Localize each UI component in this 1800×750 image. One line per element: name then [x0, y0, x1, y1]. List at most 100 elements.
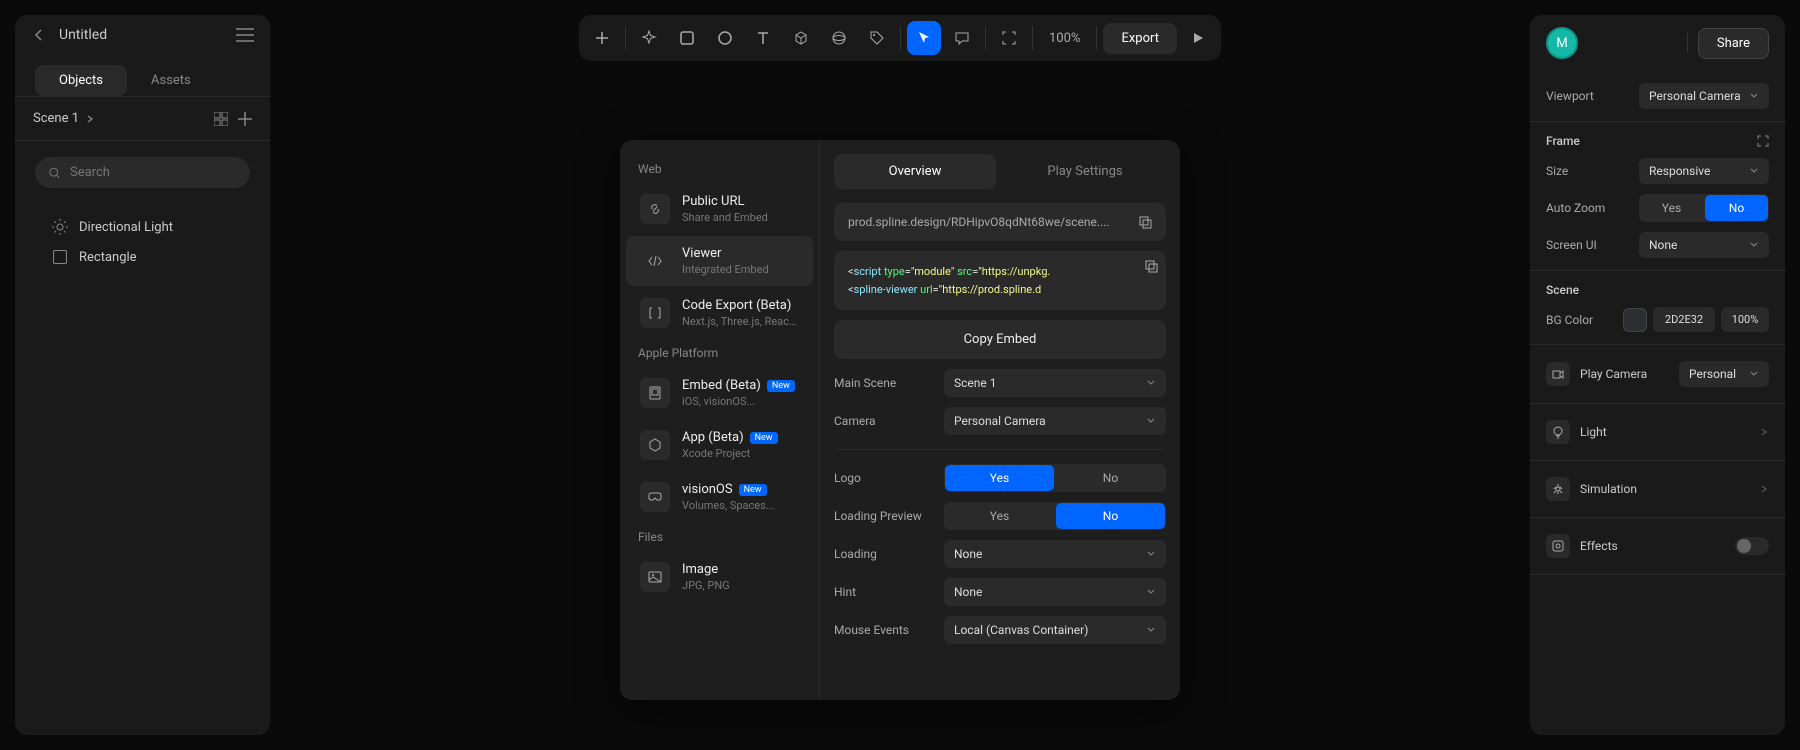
export-button[interactable]: Export	[1103, 23, 1177, 54]
mouse-events-dropdown[interactable]: Local (Canvas Container)	[944, 616, 1166, 644]
pointer-tool[interactable]	[907, 21, 941, 55]
item-title: Code Export (Beta)	[682, 298, 799, 313]
rectangle-tool[interactable]	[670, 21, 704, 55]
export-item-viewer[interactable]: Viewer Integrated Embed	[626, 236, 813, 286]
chevron-down-icon	[1749, 240, 1759, 250]
main-scene-dropdown[interactable]: Scene 1	[944, 369, 1166, 397]
sphere-tool[interactable]	[822, 21, 856, 55]
modal-tab-play-settings[interactable]: Play Settings	[1004, 154, 1166, 189]
screen-ui-label: Screen UI	[1546, 238, 1597, 252]
auto-zoom-yes[interactable]: Yes	[1640, 195, 1703, 221]
export-item-image[interactable]: Image JPG, PNG	[626, 552, 813, 602]
project-title[interactable]: Untitled	[59, 27, 224, 43]
search-input[interactable]	[70, 165, 236, 180]
canvas-area[interactable]: 100% Export Web Public URL Share and Emb…	[270, 0, 1530, 750]
copy-url-icon[interactable]	[1138, 215, 1152, 229]
text-tool[interactable]	[746, 21, 780, 55]
chevron-down-icon	[1146, 587, 1156, 597]
label: Loading	[834, 547, 934, 561]
search-box[interactable]	[35, 157, 250, 188]
divider	[625, 26, 626, 50]
play-camera-select[interactable]: Personal	[1679, 361, 1769, 387]
tab-assets[interactable]: Assets	[127, 65, 215, 96]
zoom-level[interactable]: 100%	[1039, 31, 1090, 46]
logo-no[interactable]: No	[1056, 465, 1165, 491]
export-modal-main: Overview Play Settings prod.spline.desig…	[820, 140, 1180, 700]
chevron-right-icon	[85, 114, 95, 124]
copy-code-icon[interactable]	[1144, 259, 1158, 273]
setting-main-scene: Main Scene Scene 1	[834, 369, 1166, 397]
copy-embed-button[interactable]: Copy Embed	[834, 320, 1166, 359]
light-section[interactable]: Light	[1530, 404, 1785, 461]
layer-item-directional-light[interactable]: Directional Light	[35, 212, 250, 242]
divider	[834, 449, 1166, 450]
export-item-code-export[interactable]: Code Export (Beta) Next.js, Three.js, Re…	[626, 288, 813, 338]
back-arrow-icon[interactable]	[31, 27, 47, 43]
tab-objects[interactable]: Objects	[35, 65, 127, 96]
cube-icon	[640, 430, 670, 460]
layer-item-rectangle[interactable]: Rectangle	[35, 242, 250, 272]
logo-yes[interactable]: Yes	[945, 465, 1054, 491]
image-icon	[640, 562, 670, 592]
modal-content: prod.spline.design/RDHipvO8qdNt68we/scen…	[820, 189, 1180, 658]
expand-icon[interactable]	[1757, 135, 1769, 147]
export-item-app-beta[interactable]: App (Beta) New Xcode Project	[626, 420, 813, 470]
lightbulb-icon	[1546, 420, 1570, 444]
simulation-section[interactable]: Simulation	[1530, 461, 1785, 518]
chevron-down-icon	[1146, 549, 1156, 559]
export-item-embed-beta[interactable]: Embed (Beta) New iOS, visionOS...	[626, 368, 813, 418]
modal-tab-overview[interactable]: Overview	[834, 154, 996, 189]
focus-tool[interactable]	[992, 21, 1026, 55]
device-icon	[640, 378, 670, 408]
chevron-down-icon	[1146, 378, 1156, 388]
bg-color-swatch[interactable]	[1623, 308, 1647, 332]
section-web: Web	[620, 156, 819, 182]
grid-view-icon[interactable]	[214, 112, 228, 126]
viewport-select[interactable]: Personal Camera	[1639, 83, 1769, 109]
viewport-section: Viewport Personal Camera	[1530, 71, 1785, 122]
circle-tool[interactable]	[708, 21, 742, 55]
menu-icon[interactable]	[236, 28, 254, 42]
screen-ui-select[interactable]: None	[1639, 232, 1769, 258]
bg-color-hex-input[interactable]	[1653, 307, 1715, 332]
play-button[interactable]	[1181, 21, 1215, 55]
auto-zoom-no[interactable]: No	[1705, 195, 1768, 221]
setting-loading: Loading None	[834, 540, 1166, 568]
effects-section: Effects	[1530, 518, 1785, 575]
chevron-down-icon	[1146, 416, 1156, 426]
frame-section: Frame Size Responsive Auto Zoom Yes No S…	[1530, 122, 1785, 271]
loading-preview-no[interactable]: No	[1056, 503, 1165, 529]
loading-dropdown[interactable]: None	[944, 540, 1166, 568]
ai-tool[interactable]	[632, 21, 666, 55]
add-tool[interactable]	[585, 21, 619, 55]
item-sub: iOS, visionOS...	[682, 395, 795, 408]
divider	[985, 26, 986, 50]
loading-preview-yes[interactable]: Yes	[945, 503, 1054, 529]
export-item-public-url[interactable]: Public URL Share and Embed	[626, 184, 813, 234]
bg-color-opacity-input[interactable]	[1721, 307, 1769, 332]
cube-tool[interactable]	[784, 21, 818, 55]
effects-toggle[interactable]	[1735, 537, 1769, 555]
chevron-right-icon	[1759, 427, 1769, 437]
avatar[interactable]: M	[1546, 27, 1578, 59]
right-header: M Share	[1530, 15, 1785, 71]
hint-dropdown[interactable]: None	[944, 578, 1166, 606]
chevron-down-icon	[1749, 369, 1759, 379]
chevron-right-icon	[1759, 484, 1769, 494]
light-label: Light	[1580, 425, 1607, 439]
camera-dropdown[interactable]: Personal Camera	[944, 407, 1166, 435]
setting-loading-preview: Loading Preview Yes No	[834, 502, 1166, 530]
export-item-visionos[interactable]: visionOS New Volumes, Spaces...	[626, 472, 813, 522]
scene-label[interactable]: Scene 1	[33, 111, 95, 126]
comment-tool[interactable]	[945, 21, 979, 55]
tag-tool[interactable]	[860, 21, 894, 55]
scene-section: Scene BG Color	[1530, 271, 1785, 345]
label: Hint	[834, 585, 934, 599]
chevron-down-icon	[1749, 91, 1759, 101]
size-label: Size	[1546, 164, 1568, 178]
logo-toggle: Yes No	[944, 464, 1166, 492]
share-button[interactable]: Share	[1698, 28, 1769, 59]
item-title: App (Beta) New	[682, 430, 778, 445]
add-scene-icon[interactable]	[238, 112, 252, 126]
size-select[interactable]: Responsive	[1639, 158, 1769, 184]
